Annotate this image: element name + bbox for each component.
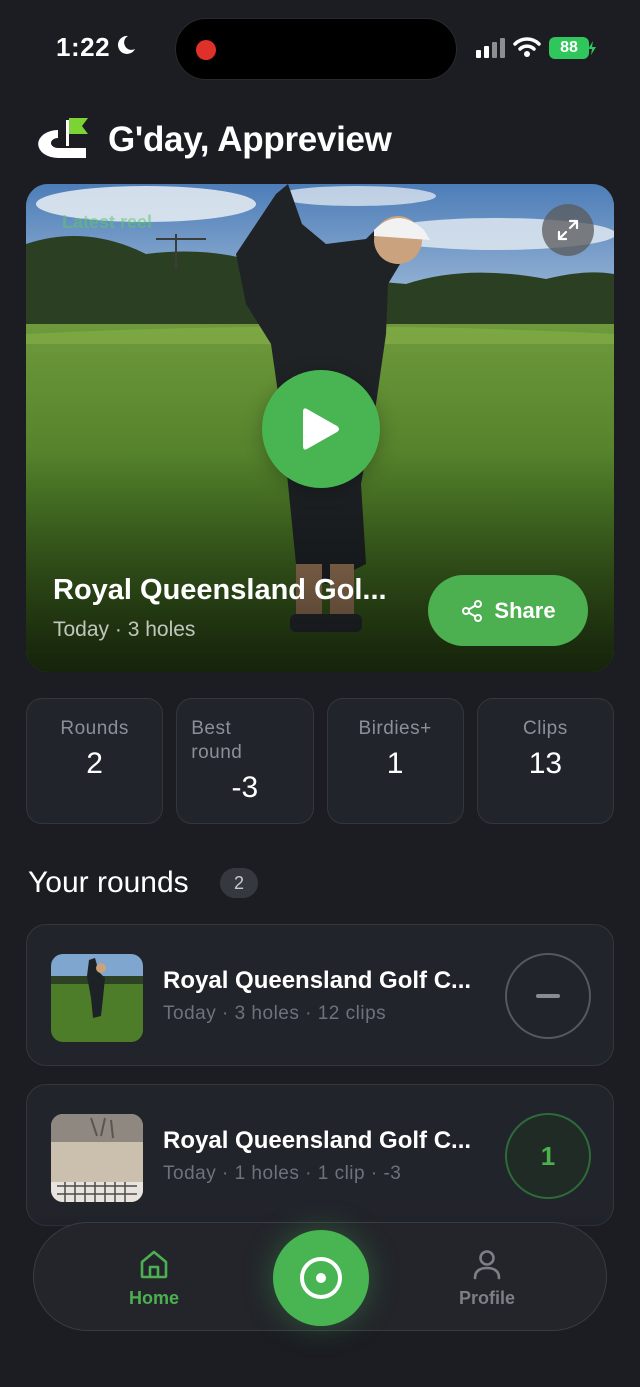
stat-label: Best round (191, 718, 243, 763)
round-thumbnail (51, 1114, 143, 1202)
greeting-title: G'day, Appreview (108, 120, 392, 159)
stat-value: 1 (386, 747, 404, 780)
round-meta: Today · 3 holes · 12 clips (163, 1003, 387, 1024)
latest-reel-card[interactable]: Latest reel Royal Queensland Gol... Toda… (26, 184, 614, 672)
stat-value: 13 (528, 747, 563, 780)
stat-label: Rounds (60, 718, 129, 739)
charging-bolt-icon (588, 41, 596, 55)
share-label: Share (494, 597, 556, 623)
stats-row: Rounds 2 Best round -3 Birdies+ 1 Clips … (26, 698, 614, 824)
play-button[interactable] (262, 370, 380, 488)
stat-clips: Clips 13 (476, 698, 614, 824)
expand-button[interactable] (542, 204, 594, 256)
reel-title: Royal Queensland Gol... (53, 574, 387, 606)
round-meta: Today · 1 holes · 1 clip · -3 (163, 1163, 402, 1184)
record-icon (300, 1257, 342, 1299)
stat-best-round: Best round -3 (176, 698, 314, 824)
status-bar: 1:22 88 (0, 0, 640, 96)
stat-birdies: Birdies+ 1 (326, 698, 464, 824)
profile-icon (473, 1250, 501, 1280)
nav-profile-label: Profile (458, 1288, 515, 1308)
record-button[interactable] (273, 1230, 369, 1326)
minus-icon (536, 994, 560, 998)
share-button[interactable]: Share (428, 575, 588, 646)
latest-reel-tag: Latest reel (62, 212, 153, 232)
round-card[interactable]: Royal Queensland Golf C... Today · 3 hol… (26, 924, 614, 1066)
nav-home[interactable]: Home (126, 1247, 182, 1309)
golf-flag-logo-icon (38, 118, 88, 158)
share-icon (462, 599, 483, 622)
bottom-nav: Home Profile (33, 1222, 607, 1331)
nav-profile[interactable]: Profile (454, 1247, 520, 1309)
rounds-count-badge: 2 (220, 868, 258, 898)
stat-label: Birdies+ (358, 718, 432, 739)
rounds-section-title: Your rounds (28, 866, 189, 899)
round-score-badge (505, 953, 591, 1039)
round-card[interactable]: Royal Queensland Golf C... Today · 1 hol… (26, 1084, 614, 1226)
stat-label: Clips (523, 718, 568, 739)
round-title: Royal Queensland Golf C... (163, 967, 472, 994)
expand-icon (557, 219, 579, 241)
reel-subtitle: Today · 3 holes (53, 618, 196, 641)
header: G'day, Appreview (28, 112, 392, 168)
dynamic-island (175, 18, 457, 80)
round-thumbnail (51, 954, 143, 1042)
stat-value: 2 (86, 747, 103, 780)
nav-home-label: Home (128, 1288, 179, 1308)
round-score-badge: 1 (505, 1113, 591, 1199)
round-title: Royal Queensland Golf C... (163, 1127, 472, 1154)
stat-rounds: Rounds 2 (26, 698, 164, 824)
status-time: 1:22 (56, 32, 111, 62)
home-icon (140, 1250, 168, 1279)
battery-icon: 88 (549, 37, 589, 59)
moon-icon (117, 35, 135, 54)
signal-icon (476, 38, 505, 58)
stat-value: -3 (231, 771, 259, 804)
recording-dot-icon (196, 40, 216, 60)
play-icon (303, 408, 339, 450)
wifi-icon (513, 37, 541, 57)
